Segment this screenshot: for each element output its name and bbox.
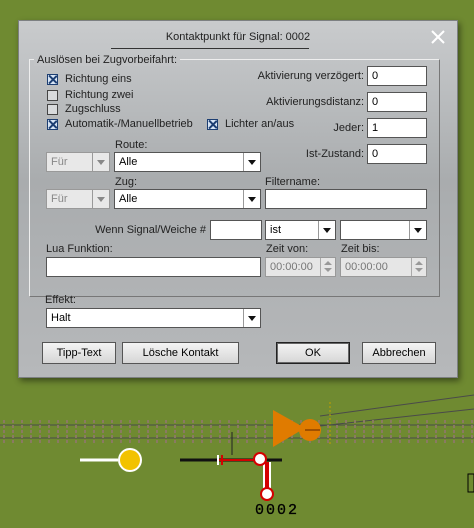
checkbox-label-lichter: Lichter an/aus	[225, 118, 295, 130]
checkbox-richtung-zwei[interactable]	[47, 90, 58, 101]
signal-label: 0002	[255, 502, 299, 519]
zeit-von-input[interactable]: 00:00:00	[265, 257, 336, 277]
checkbox-automatik[interactable]	[47, 119, 58, 130]
checkbox-lichter[interactable]	[207, 119, 218, 130]
checkbox-label-richtung-zwei: Richtung zwei	[65, 89, 134, 101]
lua-funktion-label: Lua Funktion:	[46, 243, 113, 255]
effekt-label: Effekt:	[45, 294, 76, 306]
spin-arrows-icon[interactable]	[320, 258, 335, 276]
dialog-title: Kontaktpunkt für Signal: 0002	[165, 31, 311, 43]
zeit-bis-value: 00:00:00	[345, 261, 388, 273]
group-legend: Auslösen bei Zugvorbeifahrt:	[34, 54, 181, 66]
checkbox-richtung-eins[interactable]	[47, 74, 58, 85]
zug-value: Alle	[119, 193, 138, 205]
checkbox-zugschluss[interactable]	[47, 104, 58, 115]
checkbox-label-automatik: Automatik-/Manuellbetrieb	[65, 118, 193, 130]
aktivierung-verzoegert-input[interactable]: 0	[367, 66, 427, 86]
effekt-select[interactable]: Halt	[46, 308, 261, 328]
signal-lamp-icon	[120, 450, 140, 470]
abbrechen-button[interactable]: Abbrechen	[362, 342, 436, 364]
route-select[interactable]: Alle	[114, 152, 261, 172]
aktivierung-verzoegert-label: Aktivierung verzögert:	[257, 70, 364, 82]
checkbox-label-zugschluss: Zugschluss	[65, 103, 121, 115]
checkbox-label-richtung-eins: Richtung eins	[65, 73, 132, 85]
ist-zustand-label: Ist-Zustand:	[305, 148, 364, 160]
zeit-bis-input[interactable]: 00:00:00	[340, 257, 427, 277]
spin-arrows-icon[interactable]	[411, 258, 426, 276]
chevron-down-icon	[92, 153, 109, 171]
contact-marker-icon	[231, 402, 331, 455]
lua-funktion-input[interactable]	[46, 257, 261, 277]
route-qualifier-select[interactable]: Für	[46, 152, 110, 172]
route-value: Alle	[119, 156, 138, 168]
chevron-down-icon	[243, 153, 260, 171]
chevron-down-icon	[92, 190, 109, 208]
jeder-input[interactable]: 1	[367, 118, 427, 138]
effekt-value: Halt	[51, 312, 71, 324]
filtername-label: Filtername:	[265, 176, 321, 188]
close-icon[interactable]	[429, 28, 447, 46]
zug-label: Zug:	[115, 176, 138, 188]
edge-marker	[467, 473, 474, 493]
route-label: Route:	[115, 139, 148, 151]
ok-button[interactable]: OK	[276, 342, 350, 364]
chevron-down-icon	[243, 190, 260, 208]
wenn-signal-label: Wenn Signal/Weiche #	[95, 224, 206, 236]
sleepers	[3, 420, 473, 443]
chevron-down-icon	[318, 221, 335, 239]
jeder-label: Jeder:	[333, 122, 364, 134]
signal-icon	[180, 452, 282, 501]
zug-qualifier-value: Für	[51, 193, 68, 205]
filtername-input[interactable]	[265, 189, 427, 209]
zug-qualifier-select[interactable]: Für	[46, 189, 110, 209]
signal-post-left	[80, 448, 142, 472]
ist-zustand-input[interactable]: 0	[367, 144, 427, 164]
zeit-bis-label: Zeit bis:	[341, 243, 380, 255]
operator-select[interactable]: ist	[265, 220, 336, 240]
zeit-von-value: 00:00:00	[270, 261, 313, 273]
zeit-von-label: Zeit von:	[266, 243, 309, 255]
wenn-signal-input[interactable]	[210, 220, 262, 240]
tipp-text-button[interactable]: Tipp-Text	[42, 342, 116, 364]
aktivierungsdistanz-input[interactable]: 0	[367, 92, 427, 112]
zug-select[interactable]: Alle	[114, 189, 261, 209]
contact-point-dialog: Kontaktpunkt für Signal: 0002 Auslösen b…	[18, 20, 458, 378]
route-qualifier-value: Für	[51, 156, 68, 168]
chevron-down-icon	[409, 221, 426, 239]
chevron-down-icon	[243, 309, 260, 327]
title-underline	[111, 48, 309, 49]
loesche-kontakt-button[interactable]: Lösche Kontakt	[122, 342, 239, 364]
aktivierungsdistanz-label: Aktivierungsdistanz:	[266, 96, 364, 108]
state-select[interactable]	[340, 220, 427, 240]
operator-value: ist	[270, 224, 281, 236]
